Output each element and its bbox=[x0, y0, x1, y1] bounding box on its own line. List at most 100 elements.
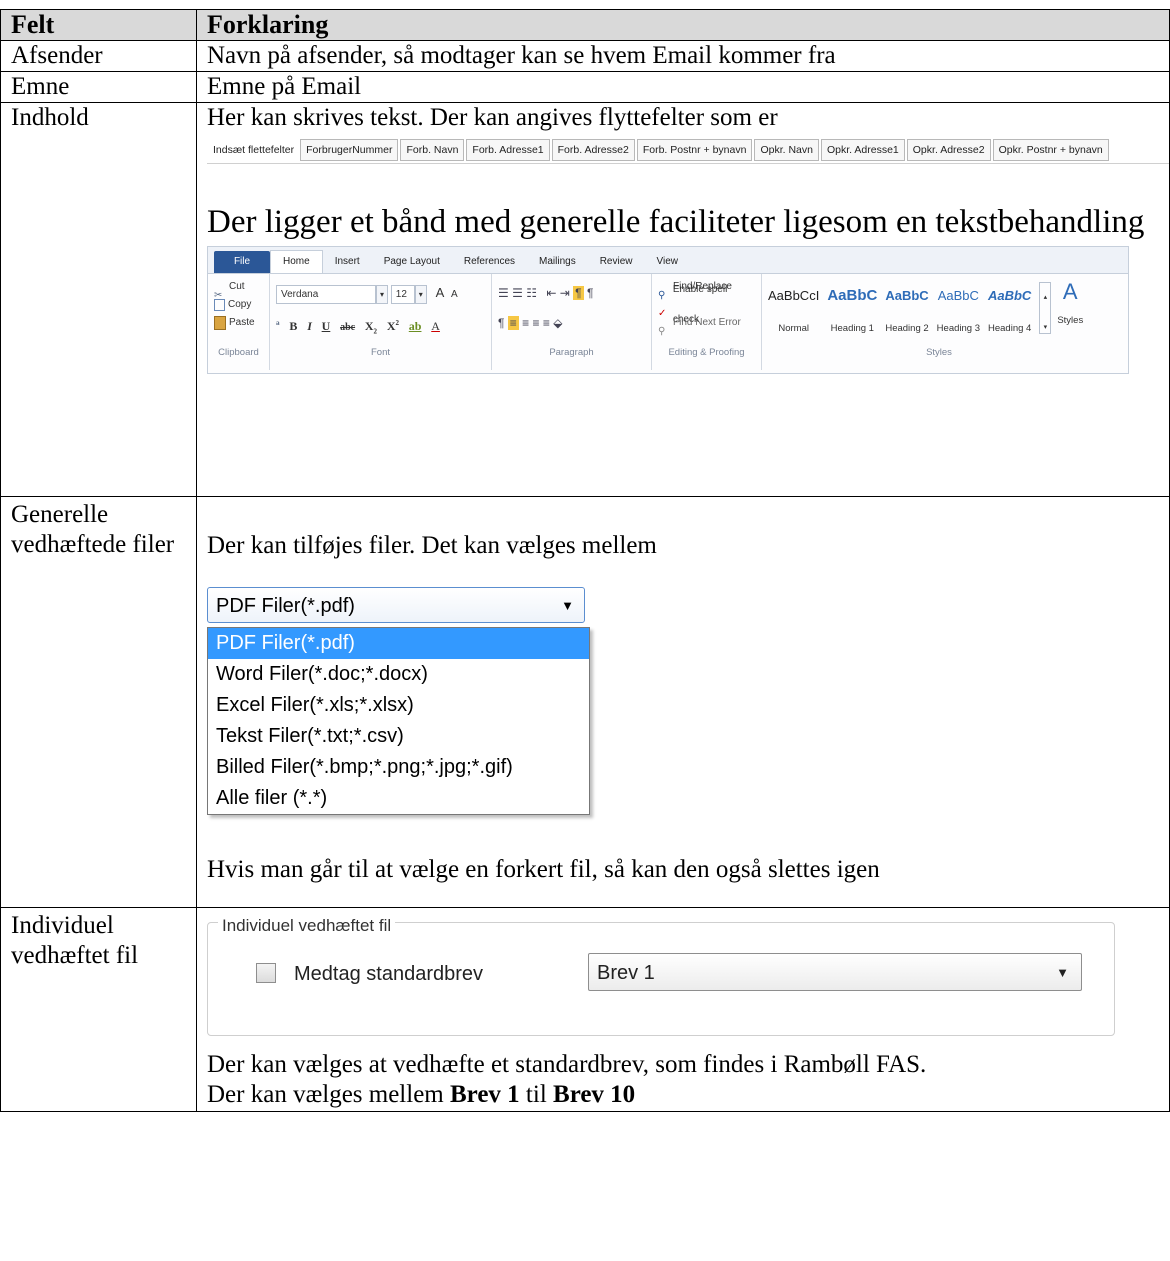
merge-field-button[interactable]: Forb. Adresse1 bbox=[466, 139, 550, 161]
chevron-down-icon: ▼ bbox=[561, 598, 574, 613]
justify-icon[interactable]: ≡ bbox=[543, 316, 550, 330]
merge-field-button[interactable]: Opkr. Adresse2 bbox=[906, 139, 991, 161]
merge-field-button[interactable]: Opkr. Navn bbox=[754, 139, 819, 161]
cell-forklaring: Her kan skrives tekst. Der kan angives f… bbox=[196, 102, 1170, 497]
cell-felt: Individuel vedhæftet fil bbox=[0, 907, 197, 1112]
cell-forklaring: Der kan tilføjes filer. Det kan vælges m… bbox=[196, 496, 1170, 908]
tab-file[interactable]: File bbox=[214, 251, 270, 273]
italic-icon[interactable]: I bbox=[307, 311, 312, 341]
align-right-icon[interactable]: ≡ bbox=[533, 316, 540, 330]
rtl-icon[interactable]: ¶ bbox=[573, 286, 584, 300]
spell-icon[interactable]: ª bbox=[276, 311, 280, 341]
merge-field-button[interactable]: Forb. Adresse2 bbox=[551, 139, 635, 161]
font-group: Verdana ▾ 12 ▾ A A ª B I U abc X2 X2 ab … bbox=[270, 274, 492, 370]
letter-select[interactable]: Brev 1 ▼ bbox=[588, 953, 1082, 991]
delete-file-text: Hvis man går til at vælge en forkert fil… bbox=[207, 856, 880, 883]
search-icon: ⚲ bbox=[658, 326, 666, 337]
list-item[interactable]: PDF Filer(*.pdf) bbox=[208, 628, 589, 659]
list-item[interactable]: Word Filer(*.doc;*.docx) bbox=[208, 659, 589, 690]
cell-forklaring: Emne på Email bbox=[196, 71, 1170, 103]
cell-forklaring: Navn på afsender, så modtager kan se hve… bbox=[196, 40, 1170, 72]
list-item[interactable]: Excel Filer(*.xls;*.xlsx) bbox=[208, 690, 589, 721]
style-heading-1[interactable]: AaBbC Heading 1 bbox=[827, 278, 877, 344]
style-heading-3[interactable]: AaBbC Heading 3 bbox=[937, 278, 980, 344]
standard-letter-checkbox[interactable] bbox=[256, 963, 276, 983]
group-label: Font bbox=[370, 347, 390, 358]
list-item[interactable]: Billed Filer(*.bmp;*.png;*.jpg;*.gif) bbox=[208, 752, 589, 783]
clipboard-icon bbox=[214, 316, 226, 330]
ribbon-description: Der ligger et bånd med generelle facilit… bbox=[207, 204, 1145, 240]
cell-felt: Indhold bbox=[0, 102, 197, 497]
list-item[interactable]: Alle filer (*.*) bbox=[208, 783, 589, 814]
file-type-list: PDF Filer(*.pdf) Word Filer(*.doc;*.docx… bbox=[207, 627, 590, 815]
bold-icon[interactable]: B bbox=[289, 311, 297, 341]
shading-icon[interactable]: ⬙ bbox=[553, 316, 562, 330]
style-heading-4[interactable]: AaBbC Heading 4 bbox=[988, 278, 1031, 344]
row-vedhaeftede: Generelle vedhæftede filer Der kan tilfø… bbox=[0, 496, 1170, 908]
shrink-font-button[interactable]: A bbox=[451, 289, 458, 300]
decrease-indent-icon[interactable]: ⇤ bbox=[546, 286, 556, 300]
tab-page-layout[interactable]: Page Layout bbox=[372, 251, 452, 273]
superscript-icon[interactable]: X2 bbox=[387, 308, 399, 341]
tab-insert[interactable]: Insert bbox=[323, 251, 372, 273]
merge-field-button[interactable]: Forb. Postnr + bynavn bbox=[636, 139, 753, 161]
increase-indent-icon[interactable]: ⇥ bbox=[560, 286, 570, 300]
underline-icon[interactable]: U bbox=[322, 311, 331, 341]
styles-group: AaBbCcI Normal AaBbC Heading 1 AaBbC Headin… bbox=[762, 274, 1116, 370]
clipboard-group: ✂ Cut Copy Paste Clipboard bbox=[208, 274, 270, 370]
merge-bar-label: Indsæt flettefelter bbox=[213, 144, 295, 156]
grow-font-button[interactable]: A bbox=[436, 285, 445, 300]
bullet-list-icon[interactable]: ☰ bbox=[498, 286, 509, 300]
group-label: Styles bbox=[926, 347, 952, 358]
paragraph-group: ☰ ☰ ☷ ⇤ ⇥ ¶ ¶ ¶ ≡ ≡ ≡ ≡ ⬙ Paragraph bbox=[492, 274, 652, 370]
merge-field-button[interactable]: Opkr. Adresse1 bbox=[820, 139, 905, 161]
merge-field-button[interactable]: Opkr. Postnr + bynavn bbox=[992, 139, 1109, 161]
font-size-select[interactable]: 12 bbox=[390, 284, 415, 304]
copy-icon bbox=[214, 299, 225, 311]
tab-mailings[interactable]: Mailings bbox=[527, 251, 588, 273]
align-center-icon[interactable]: ≡ bbox=[522, 316, 529, 330]
merge-field-button[interactable]: Forb. Navn bbox=[400, 139, 465, 161]
ltr-icon[interactable]: ¶ bbox=[587, 286, 593, 300]
merge-field-button[interactable]: ForbrugerNummer bbox=[300, 139, 399, 161]
row-emne: Emne Emne på Email bbox=[0, 71, 1170, 103]
font-color-icon[interactable]: A bbox=[431, 311, 440, 341]
styles-scroll[interactable]: ▴ ▾ bbox=[1039, 282, 1052, 334]
pilcrow-icon[interactable]: ¶ bbox=[498, 316, 504, 330]
chevron-down-icon[interactable]: ▾ bbox=[376, 284, 388, 304]
tab-view[interactable]: View bbox=[645, 251, 691, 273]
group-label: Clipboard bbox=[218, 347, 259, 358]
align-left-icon[interactable]: ≡ bbox=[507, 316, 519, 330]
file-type-combo[interactable]: PDF Filer(*.pdf) ▼ bbox=[207, 587, 585, 623]
cell-felt: Afsender bbox=[0, 40, 197, 72]
row-individuel: Individuel vedhæftet fil Individuel vedh… bbox=[0, 907, 1170, 1112]
individual-attachment-group: Individuel vedhæftet fil Medtag standard… bbox=[207, 911, 1115, 1036]
individual-text: Der kan vælges at vedhæfte et standardbr… bbox=[207, 1051, 927, 1078]
list-item[interactable]: Tekst Filer(*.txt;*.csv) bbox=[208, 721, 589, 752]
chevron-down-icon[interactable]: ▾ bbox=[414, 284, 427, 304]
styles-button[interactable]: A Styles bbox=[1057, 278, 1083, 344]
ribbon-tabs: File Home Insert Page Layout References … bbox=[208, 247, 1128, 274]
number-list-icon[interactable]: ☰ bbox=[512, 286, 523, 300]
cell-felt: Emne bbox=[0, 71, 197, 103]
editing-group: ⚲ Find/Replace ✓ Enable spell check ⚲ Find … bbox=[652, 274, 762, 370]
attachments-text: Der kan tilføjes filer. Det kan vælges m… bbox=[207, 532, 657, 559]
paste-button[interactable]: Paste bbox=[214, 314, 263, 332]
tab-review[interactable]: Review bbox=[588, 251, 645, 273]
editor-ribbon: File Home Insert Page Layout References … bbox=[207, 246, 1129, 374]
highlight-icon[interactable]: ab bbox=[409, 311, 422, 341]
styles-icon: A bbox=[1062, 279, 1078, 304]
group-label: Paragraph bbox=[549, 347, 594, 358]
multilevel-list-icon[interactable]: ☷ bbox=[526, 286, 537, 300]
group-legend: Individuel vedhæftet fil bbox=[218, 911, 396, 941]
style-heading-2[interactable]: AaBbC Heading 2 bbox=[885, 278, 928, 344]
tab-home[interactable]: Home bbox=[270, 250, 323, 273]
chevron-down-icon: ▼ bbox=[1056, 965, 1069, 980]
font-family-select[interactable]: Verdana bbox=[276, 284, 376, 304]
tab-references[interactable]: References bbox=[452, 251, 527, 273]
ribbon-groups: ✂ Cut Copy Paste Clipboard Verdana ▾ 12 ▾ A… bbox=[208, 274, 1128, 372]
find-next-error-button[interactable]: ⚲ Find Next Error bbox=[658, 314, 755, 337]
binoculars-icon: ⚲ bbox=[658, 290, 666, 301]
scissors-icon: ✂ bbox=[214, 290, 223, 301]
style-normal[interactable]: AaBbCcI Normal bbox=[768, 278, 819, 344]
